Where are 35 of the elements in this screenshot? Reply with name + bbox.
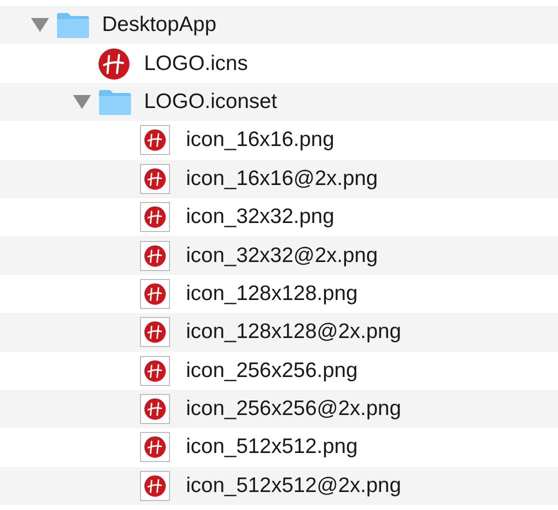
logo-icon xyxy=(98,48,130,80)
disclosure-triangle-icon[interactable] xyxy=(30,17,50,34)
folder-icon xyxy=(56,11,90,40)
file-name: LOGO.icns xyxy=(144,52,248,76)
file-name: icon_256x256.png xyxy=(186,358,358,383)
file-name: icon_128x128@2x.png xyxy=(186,320,402,344)
tree-row[interactable]: icon_32x32@2x.png xyxy=(0,236,558,275)
file-name: icon_32x32@2x.png xyxy=(186,244,378,268)
tree-row[interactable]: icon_16x16@2x.png xyxy=(0,160,558,198)
tree-row[interactable]: DesktopApp xyxy=(0,6,558,44)
file-name: icon_32x32.png xyxy=(186,205,334,230)
tree-row[interactable]: icon_256x256@2x.png xyxy=(0,390,558,428)
image-file-icon xyxy=(140,125,170,156)
disclosure-triangle-icon[interactable] xyxy=(72,94,92,110)
file-name: icon_16x16@2x.png xyxy=(186,166,378,191)
file-name: LOGO.iconset xyxy=(144,90,278,114)
tree-row[interactable]: LOGO.iconset xyxy=(0,82,558,122)
image-file-icon xyxy=(140,394,170,424)
file-name: icon_128x128.png xyxy=(186,282,358,306)
file-name: icon_256x256@2x.png xyxy=(186,397,402,422)
folder-icon xyxy=(98,88,132,116)
tree-row[interactable]: icon_512x512@2x.png xyxy=(0,466,558,506)
file-name: icon_512x512@2x.png xyxy=(186,474,402,498)
image-file-icon xyxy=(140,240,170,271)
file-name: icon_512x512.png xyxy=(186,435,358,460)
image-file-icon xyxy=(140,317,170,348)
image-file-icon xyxy=(140,202,170,232)
file-name: DesktopApp xyxy=(102,13,216,38)
image-file-icon xyxy=(140,356,170,386)
file-name: icon_16x16.png xyxy=(186,128,334,152)
image-file-icon xyxy=(140,470,170,501)
image-file-icon xyxy=(140,432,170,462)
image-file-icon xyxy=(140,164,170,194)
tree-row[interactable]: icon_128x128@2x.png xyxy=(0,313,558,352)
image-file-icon xyxy=(140,278,170,309)
